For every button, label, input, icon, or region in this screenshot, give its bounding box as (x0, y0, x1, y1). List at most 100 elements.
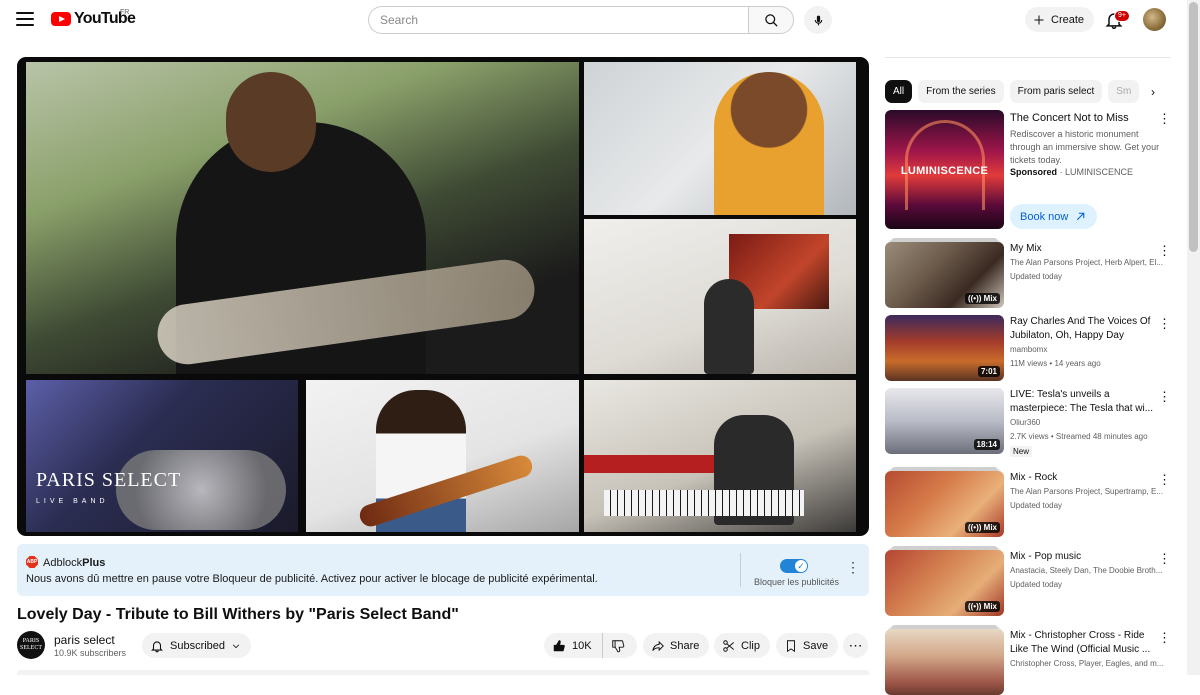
bell-icon (151, 640, 163, 652)
mix-badge: ((•)) Mix (964, 522, 1000, 533)
recommendation-item[interactable]: ((•)) Mix My Mix ⋮ The Alan Parsons Project… (885, 238, 1171, 308)
video-thumbnail[interactable] (885, 629, 1004, 695)
ad-thumbnail[interactable]: LUMINISCENCE (885, 110, 1004, 229)
adblock-brand: AdblockPlus (43, 557, 106, 569)
ad-title[interactable]: The Concert Not to Miss (1010, 112, 1129, 124)
video-pane-singer-1 (584, 62, 856, 215)
mix-badge: ((•)) Mix (964, 601, 1000, 612)
search-icon (764, 13, 778, 27)
recommendation-item[interactable]: ((•)) Mix Mix - Pop music ⋮ Anastacia, Stee… (885, 546, 1171, 616)
clip-label: Clip (741, 639, 760, 652)
region-code: FR (120, 9, 130, 16)
video-pane-drummer: PARIS SELECT LIVE BAND (26, 380, 298, 532)
thumbs-up-icon (553, 639, 565, 651)
like-count: 10K (572, 639, 592, 652)
adblock-logo-icon: ABP (26, 556, 38, 568)
divider (740, 553, 741, 587)
duration-badge: 18:14 (973, 439, 1000, 450)
video-thumbnail[interactable]: 18:14 (885, 388, 1004, 454)
video-pane-bassist (306, 380, 579, 532)
recommendation-title[interactable]: Ray Charles And The Voices Of Jubilaton,… (1010, 315, 1160, 343)
dislike-button[interactable] (603, 633, 633, 658)
video-thumbnail[interactable]: 7:01 (885, 315, 1004, 381)
chevron-right-icon[interactable]: › (1144, 82, 1162, 102)
like-button[interactable]: 10K (544, 633, 603, 658)
video-pane-singer-2 (584, 219, 856, 374)
like-dislike-group: 10K (544, 633, 637, 658)
save-button[interactable]: Save (776, 633, 839, 658)
recommendation-channel: mambomx (1010, 345, 1048, 354)
share-icon (652, 640, 664, 651)
subscribed-button[interactable]: Subscribed (142, 633, 252, 658)
recommendation-meta: 11M views • 14 years ago (1010, 359, 1101, 368)
recommendation-meta: Updated today (1010, 580, 1063, 589)
recommendation-title[interactable]: Mix - Rock (1010, 471, 1160, 485)
search-input[interactable] (368, 6, 748, 34)
recommendation-channel: The Alan Parsons Project, Supertramp, E.… (1010, 487, 1163, 496)
account-avatar[interactable] (1143, 8, 1166, 31)
video-thumbnail[interactable]: ((•)) Mix (885, 550, 1004, 616)
recommendation-item[interactable]: ((•)) Mix Mix - Rock ⋮ The Alan Parsons Pro… (885, 467, 1171, 537)
share-button[interactable]: Share (643, 633, 710, 658)
recommendation-item[interactable]: Mix - Christopher Cross - Ride Like The … (885, 625, 1171, 695)
channel-avatar[interactable]: PARIS SELECT (17, 631, 45, 659)
filter-chip[interactable]: All (885, 80, 913, 103)
search-bar (368, 6, 794, 34)
radio-icon: ((•)) (967, 294, 984, 303)
video-thumbnail[interactable]: ((•)) Mix (885, 471, 1004, 537)
sidebar-divider (885, 57, 1170, 58)
filter-chip[interactable]: Sm (1108, 80, 1140, 103)
duration-badge: 7:01 (977, 366, 1000, 377)
recommendation-channel: The Alan Parsons Project, Herb Alpert, E… (1010, 258, 1163, 267)
top-bar: YouTube FR Create 9+ (0, 0, 1200, 40)
paris-select-watermark: PARIS SELECT LIVE BAND (36, 469, 182, 505)
more-actions-button[interactable]: ⋯ (843, 633, 868, 658)
menu-icon[interactable] (16, 12, 34, 26)
recommendation-meta: Updated today (1010, 501, 1063, 510)
voice-search-button[interactable] (804, 6, 832, 34)
recommendation-title[interactable]: Mix - Christopher Cross - Ride Like The … (1010, 629, 1160, 657)
channel-name[interactable]: paris select (54, 633, 115, 647)
scrollbar[interactable] (1187, 0, 1200, 675)
ad-thumbnail-text: LUMINISCENCE (900, 165, 989, 177)
create-button[interactable]: Create (1025, 7, 1095, 32)
more-options-icon[interactable]: ⋮ (1158, 631, 1171, 644)
scrollbar-thumb[interactable] (1189, 2, 1198, 252)
sponsored-ad[interactable]: LUMINISCENCE The Concert Not to Miss ⋮ R… (885, 110, 1171, 232)
microphone-icon (814, 15, 822, 25)
recommendation-item[interactable]: 7:01 Ray Charles And The Voices Of Jubila… (885, 311, 1171, 381)
radio-icon: ((•)) (967, 523, 984, 532)
clip-button[interactable]: Clip (714, 633, 770, 658)
block-ads-toggle[interactable] (780, 559, 808, 573)
recommendation-title[interactable]: LIVE: Tesla's unveils a masterpiece: The… (1010, 388, 1160, 416)
filter-chip[interactable]: From the series (918, 80, 1004, 103)
book-now-button[interactable]: Book now (1010, 204, 1098, 229)
recommendation-item[interactable]: 18:14 LIVE: Tesla's unveils a masterpiece… (885, 384, 1171, 457)
chevron-down-icon (232, 643, 240, 648)
video-thumbnail[interactable]: ((•)) Mix (885, 242, 1004, 308)
more-options-icon[interactable]: ⋮ (1158, 390, 1171, 403)
adblock-more-icon[interactable]: ⋮ (846, 559, 860, 576)
filter-chip[interactable]: From paris select (1009, 80, 1103, 103)
adblock-banner: ABP AdblockPlus Nous avons dû mettre en … (17, 544, 869, 596)
more-options-icon[interactable]: ⋮ (1158, 244, 1171, 257)
radio-icon: ((•)) (967, 602, 984, 611)
thumbs-down-icon (611, 639, 624, 652)
more-options-icon[interactable]: ⋮ (1158, 317, 1171, 330)
more-options-icon[interactable]: ⋮ (1158, 473, 1171, 486)
video-title: Lovely Day - Tribute to Bill Withers by … (17, 606, 459, 623)
new-badge: New (1010, 446, 1033, 457)
share-label: Share (670, 639, 700, 652)
video-pane-keyboardist (584, 380, 856, 532)
play-logo-icon (51, 12, 71, 26)
recommendation-title[interactable]: Mix - Pop music (1010, 550, 1160, 564)
ad-more-icon[interactable]: ⋮ (1158, 112, 1171, 125)
video-player[interactable]: PARIS SELECT LIVE BAND (17, 57, 869, 536)
create-label: Create (1051, 13, 1085, 26)
description-box[interactable] (17, 670, 869, 675)
recommendation-title[interactable]: My Mix (1010, 242, 1160, 256)
search-button[interactable] (748, 6, 794, 34)
more-options-icon[interactable]: ⋮ (1158, 552, 1171, 565)
mix-badge: ((•)) Mix (964, 293, 1000, 304)
recommendation-meta: 2.7K views • Streamed 48 minutes ago (1010, 432, 1148, 441)
